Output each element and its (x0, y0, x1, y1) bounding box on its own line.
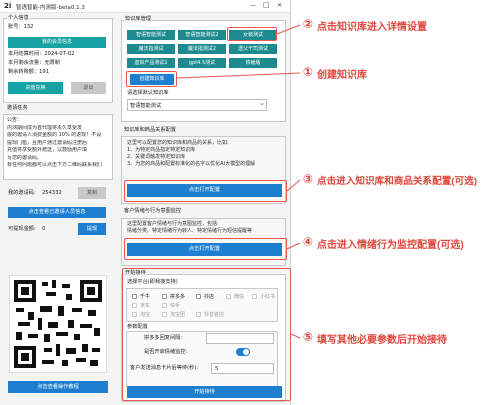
annotation-text: 填写其他必要参数后开始接待 (317, 335, 447, 346)
kb-section-title: 知识库管理 (124, 16, 152, 23)
product-cfg-line: 这里可以配置您的知识库和商品的关系，比如: (127, 140, 229, 146)
kb-item[interactable]: 智语智能测试2 (178, 30, 226, 40)
annotation-text: 点击进入知识库和商品关系配置(可选) (317, 176, 477, 187)
notice-line: 内测期间成为首代理将永久享受发 (7, 124, 83, 131)
tutorial-button[interactable]: 点击查看操作教程 (8, 381, 108, 393)
annotation-text: 点击知识库进入详情设置 (317, 22, 427, 33)
account-section-title: 个人信息 (7, 15, 30, 22)
notice-line: 写您的邀请码。 (7, 154, 43, 161)
default-kb-select[interactable]: 智语智能测试 ⌄ (127, 99, 267, 111)
behavior-cfg-line: 这里配置客户情绪与行为意图监控，包括: (127, 221, 219, 227)
qr-code-graphic (14, 280, 102, 368)
minimize-icon[interactable]: — (250, 2, 256, 9)
highlight-box-product-cfg (124, 180, 287, 202)
behavior-cfg-line: 情绪分类、特定情绪行为转人、特定情绪行为短信提醒等 (127, 228, 253, 234)
kb-item[interactable]: 魔法指测试 (127, 44, 175, 54)
behavior-cfg-title: 客户情绪与行为意图监控 (124, 208, 182, 214)
default-kb-label: 请选择默认知识库 (127, 90, 169, 96)
kb-item[interactable]: 智语智能测试 (127, 30, 175, 40)
annotation-number: ④ (302, 235, 314, 249)
invite-code-label: 我的邀请码: (8, 190, 36, 196)
maximize-icon[interactable]: □ (263, 1, 270, 9)
product-cfg-line: 1、为特定商品指定特定知识库 (127, 147, 196, 153)
invite-code-value: 254332 (42, 190, 62, 196)
recharge-button[interactable]: 充值兑换 (8, 82, 63, 94)
kb-item[interactable]: gpt4.5测试 (178, 58, 226, 68)
kb-item[interactable]: 魔法指测试2 (178, 44, 226, 54)
product-cfg-desc: 这里可以配置您的知识库和商品的关系，比如: 1、为特定商品指定特定知识库 2、关… (127, 140, 255, 168)
copy-button[interactable]: 复制 (78, 187, 106, 199)
invite-notice-box: 公告： 内测期间成为首代理将永久享受发 展的邀请人消费金额的 10% 的返现！不… (3, 114, 113, 180)
notice-line: 提现门槛，且用户通过邀请码注册后 (7, 139, 88, 146)
annotation-number: ② (302, 17, 314, 31)
kb-item[interactable]: 热锤版 (229, 58, 277, 68)
annotation-number: ⑤ (302, 330, 314, 344)
notice-line: 有任何问题都可以点击下方二维码联系我们 (7, 162, 103, 168)
kb-item[interactable]: 虚拟产品测试1 (127, 58, 175, 68)
invite-notice-text: 公告： 内测期间成为首代理将永久享受发 展的邀请人消费金额的 10% 的返现！不… (7, 117, 111, 170)
qr-code (9, 275, 107, 373)
chevron-down-icon: ⌄ (259, 99, 265, 107)
withdraw-label: 可提现金额: (8, 226, 36, 232)
notice-line: 充值将享受额外赠送，以鼓励用户填 (7, 147, 88, 153)
highlight-box-behavior-cfg (124, 238, 287, 260)
highlight-box-reception (122, 268, 291, 401)
product-cfg-title: 知识库和商品关系配置 (124, 127, 176, 133)
window-title: 智语智能-内测版-beta0.1.3 (16, 5, 85, 11)
expiry-line: 本月结算时间：2024-07-02 (8, 51, 75, 57)
default-kb-select-value: 智语智能测试 (130, 103, 162, 109)
kb-item[interactable]: 透父干司测试 (229, 44, 277, 54)
annotation-text: 创建知识库 (317, 70, 367, 81)
invite-section-title: 邀请任务 (7, 105, 28, 111)
sales-line: 本月剩余流量：无限制 (8, 60, 60, 66)
annotation-number: ③ (302, 172, 314, 186)
notice-line: 展的邀请人消费金额的 10% 的返现！不设 (7, 132, 102, 138)
behavior-cfg-desc: 这里配置客户情绪与行为意图监控，包括: 情绪分类、特定情绪行为转人、特定情绪行为… (127, 221, 252, 235)
product-cfg-line: 2、关键词触发特定知识库 (127, 154, 186, 160)
highlight-box-kb-item (227, 27, 277, 41)
highlight-box-create-kb (126, 71, 177, 87)
withdraw-button[interactable]: 提现 (78, 223, 106, 235)
membership-info-button[interactable]: 我的会员信息 (8, 37, 106, 48)
close-icon[interactable]: ✕ (277, 2, 282, 9)
balance-line: 剩余转账额：191 (8, 69, 50, 75)
title-bar: 2i 智语智能-内测版-beta0.1.3 — □ ✕ (0, 0, 290, 13)
invited-people-button[interactable]: 点击查看已邀请人员信息 (8, 207, 106, 218)
account-line: 账号：132 (8, 24, 34, 30)
notice-line: 公告： (7, 117, 23, 123)
withdraw-value: 0 (42, 226, 46, 232)
logout-button[interactable]: 退出 (71, 82, 106, 94)
annotation-number: ① (302, 65, 314, 79)
app-logo: 2i (4, 2, 12, 10)
annotation-text: 点击进入情绪行为监控配置(可选) (317, 240, 464, 251)
left-panel: 个人信息 账号：132 我的会员信息 本月结算时间：2024-07-02 本月剩… (0, 13, 118, 405)
product-cfg-line: 3、为您的商品和配置标准化的名字以优化AI大模型的理解 (127, 161, 256, 167)
